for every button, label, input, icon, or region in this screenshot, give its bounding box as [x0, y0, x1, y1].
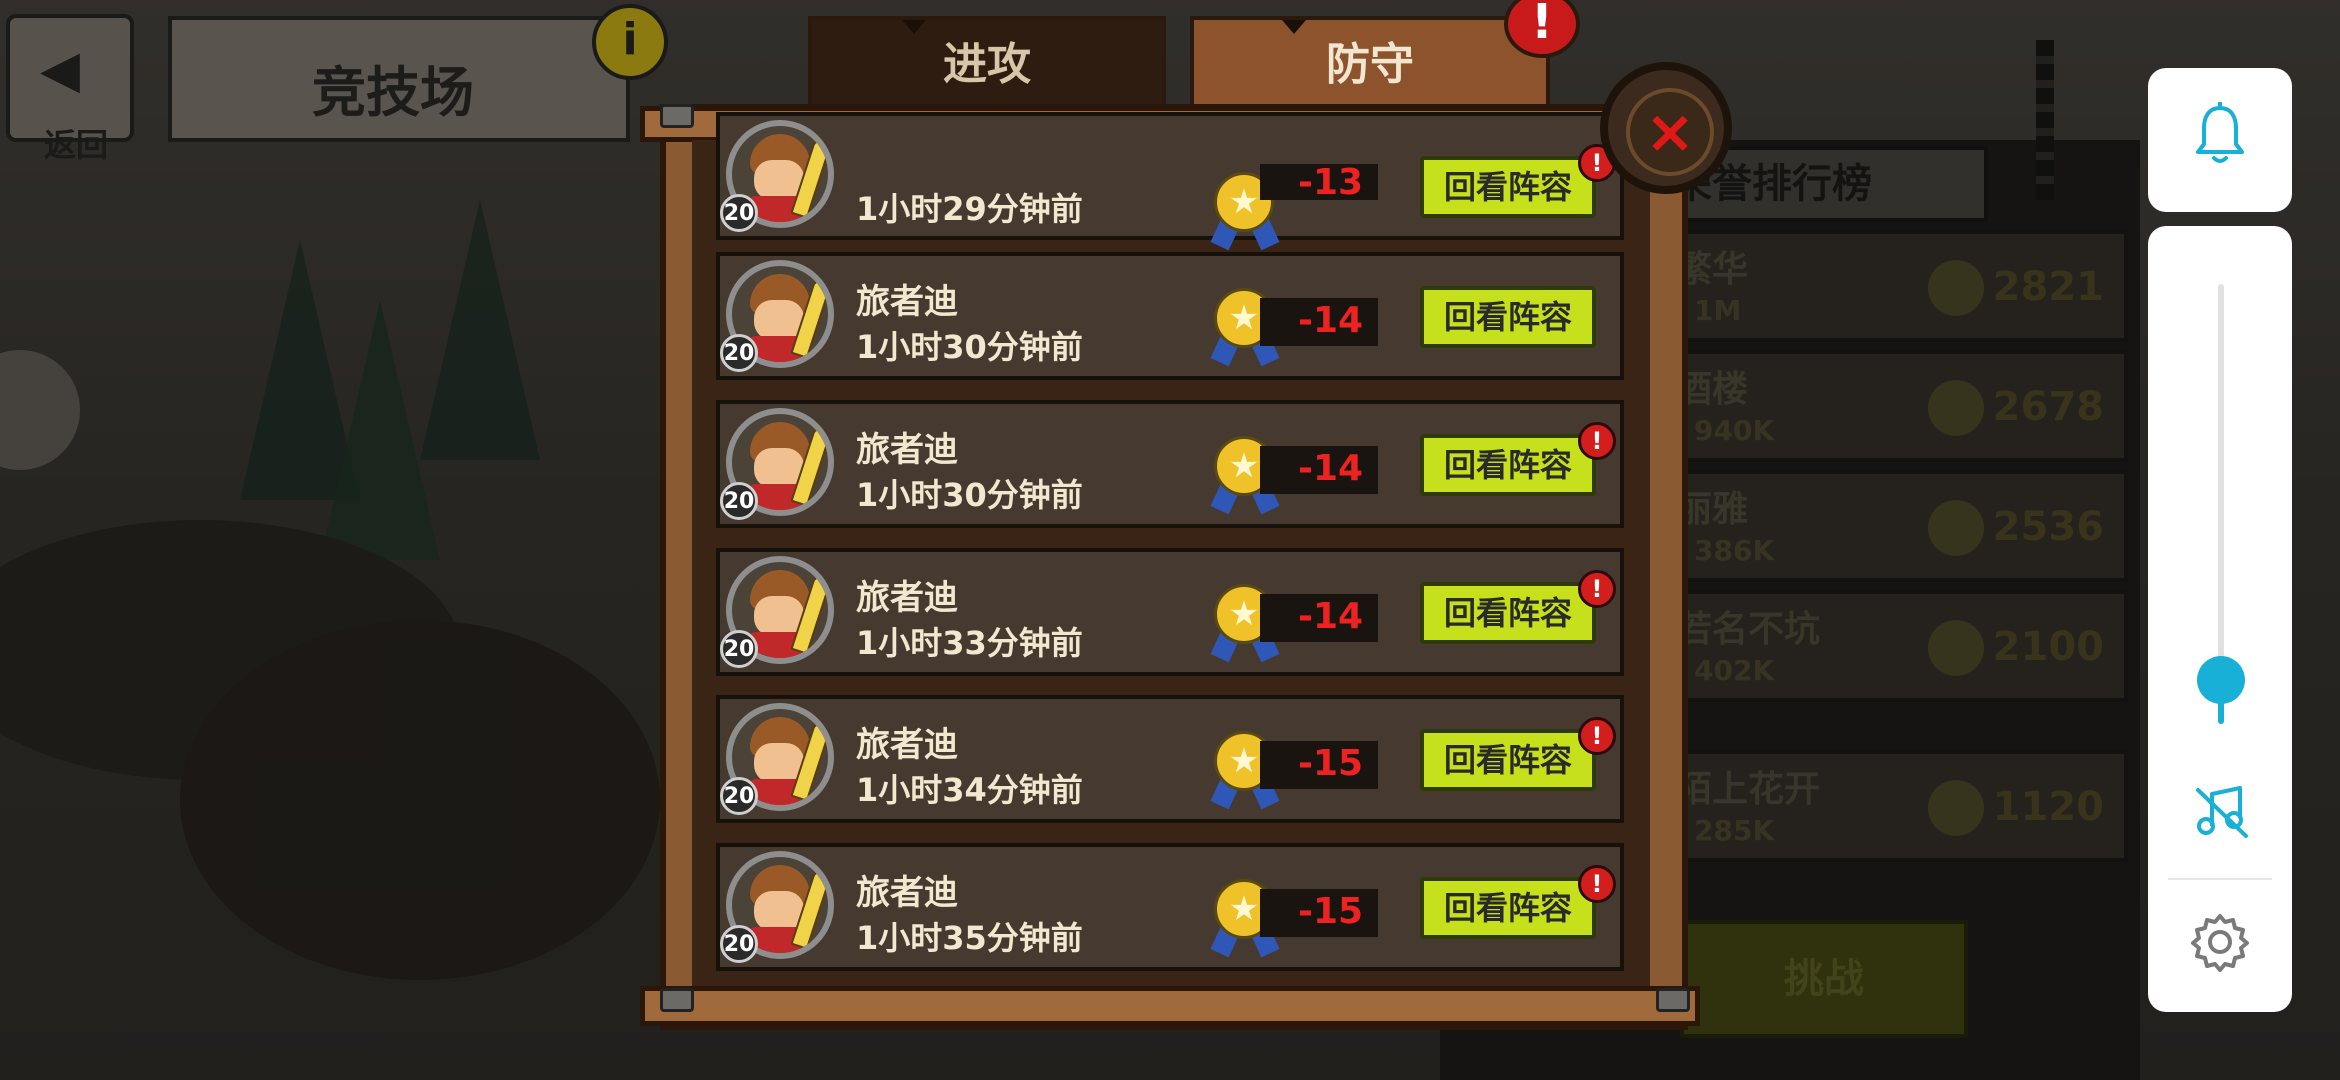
volume-slider-knob[interactable]	[2197, 656, 2245, 704]
alert-badge: !	[1578, 865, 1616, 903]
score-change: -13	[1298, 162, 1364, 203]
review-lineup-button[interactable]: 回看阵容	[1420, 286, 1596, 348]
battle-time: 1小时29分钟前	[856, 190, 1083, 228]
level-badge: 20	[720, 482, 758, 520]
alert-badge: !	[1578, 422, 1616, 460]
level-badge: 20	[720, 925, 758, 963]
score-change: -15	[1298, 891, 1364, 932]
alert-badge: !	[1578, 717, 1616, 755]
nail-icon	[660, 104, 694, 128]
battle-record-row: 20 旅者迪 1小时33分钟前 ★ -14 回看阵容 !	[716, 548, 1624, 676]
back-arrow-icon: ◀	[40, 40, 80, 100]
alert-badge: !	[1578, 570, 1616, 608]
nail-icon	[660, 988, 694, 1012]
notification-card[interactable]	[2148, 68, 2292, 212]
bell-icon[interactable]	[2194, 102, 2246, 166]
review-lineup-button[interactable]: 回看阵容	[1420, 877, 1596, 939]
close-button[interactable]: ×	[1600, 62, 1732, 194]
player-name: 旅者迪	[856, 725, 958, 765]
music-off-icon[interactable]	[2192, 782, 2250, 840]
score-change: -14	[1298, 300, 1364, 341]
nail-icon	[1656, 988, 1690, 1012]
review-lineup-button[interactable]: 回看阵容	[1420, 582, 1596, 644]
battle-time: 1小时34分钟前	[856, 771, 1083, 809]
player-name: 旅者迪	[856, 578, 958, 618]
player-name: 旅者迪	[856, 873, 958, 913]
level-badge: 20	[720, 630, 758, 668]
back-button[interactable]: ◀ 返回	[6, 14, 134, 164]
battle-record-row: 20 旅者迪 1小时34分钟前 ★ -15 回看阵容 !	[716, 695, 1624, 823]
battle-record-row: 20 1小时29分钟前 ★ -13 回看阵容 !	[716, 112, 1624, 251]
level-badge: 20	[720, 334, 758, 372]
player-name: 旅者迪	[856, 430, 958, 470]
battle-time: 1小时30分钟前	[856, 328, 1083, 366]
modal-bottom-bar	[640, 986, 1700, 1026]
player-name: 旅者迪	[856, 282, 958, 322]
tab-defense-label: 防守	[1326, 39, 1414, 90]
tab-notch	[902, 20, 926, 34]
close-icon: ×	[1626, 88, 1714, 176]
score-change: -14	[1298, 596, 1364, 637]
score-change: -14	[1298, 448, 1364, 489]
tab-attack-label: 进攻	[943, 39, 1031, 90]
review-lineup-button[interactable]: 回看阵容	[1420, 729, 1596, 791]
volume-card	[2148, 226, 2292, 1012]
page-title: 竞技场	[312, 61, 474, 124]
info-button[interactable]: i	[592, 4, 668, 80]
tab-notch	[1282, 20, 1306, 34]
battle-record-row: 20 旅者迪 1小时35分钟前 ★ -15 回看阵容 !	[716, 843, 1624, 971]
battle-record-row: 20 旅者迪 1小时30分钟前 ★ -14 回看阵容 !	[716, 400, 1624, 528]
level-badge: 20	[720, 194, 758, 232]
review-lineup-button[interactable]: 回看阵容	[1420, 156, 1596, 218]
tab-defense[interactable]: 防守	[1190, 16, 1550, 110]
level-badge: 20	[720, 777, 758, 815]
battle-time: 1小时35分钟前	[856, 919, 1083, 957]
panel-divider	[2168, 878, 2272, 880]
page-title-box: 竞技场	[168, 16, 630, 142]
battle-record-row: 20 旅者迪 1小时30分钟前 ★ -14 回看阵容	[716, 252, 1624, 380]
score-change: -15	[1298, 743, 1364, 784]
battle-time: 1小时30分钟前	[856, 476, 1083, 514]
gear-icon[interactable]	[2190, 912, 2250, 972]
review-lineup-button[interactable]: 回看阵容	[1420, 434, 1596, 496]
back-label: 返回	[44, 126, 109, 164]
battle-time: 1小时33分钟前	[856, 624, 1083, 662]
tab-attack[interactable]: 进攻	[808, 16, 1166, 110]
